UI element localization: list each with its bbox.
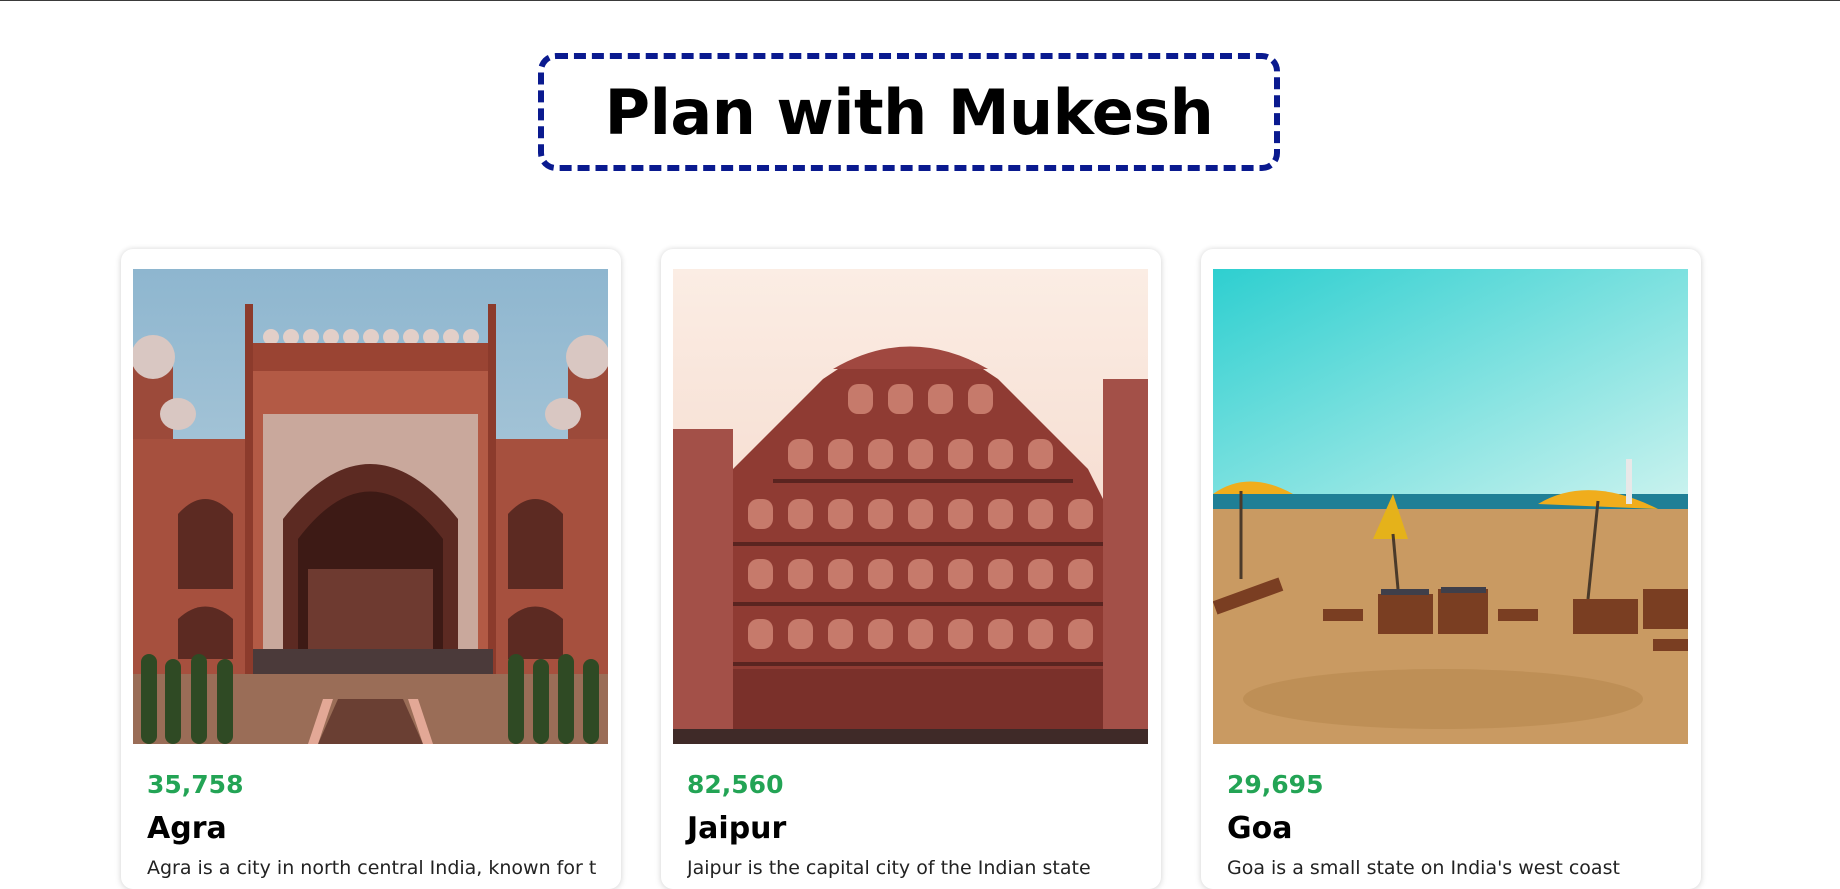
destination-description: Jaipur is the capital city of the Indian… [687, 857, 1091, 879]
destination-name: Agra [147, 811, 227, 846]
destination-description: Agra is a city in north central India, k… [147, 857, 597, 879]
goa-beach-image [1213, 269, 1688, 744]
visitor-count: 29,695 [1227, 770, 1324, 799]
page-title: Plan with Mukesh [604, 75, 1214, 149]
destination-name: Jaipur [687, 811, 787, 846]
visitor-count: 82,560 [687, 770, 784, 799]
page-title-box: Plan with Mukesh [538, 53, 1280, 171]
visitor-count: 35,758 [147, 770, 244, 799]
tour-card-agra[interactable]: 35,758 Agra Agra is a city in north cent… [121, 249, 621, 889]
hawa-mahal-image [673, 269, 1148, 744]
agra-gate-image [133, 269, 608, 744]
tour-card-jaipur[interactable]: 82,560 Jaipur Jaipur is the capital city… [661, 249, 1161, 889]
tour-card-goa[interactable]: 29,695 Goa Goa is a small state on India… [1201, 249, 1701, 889]
destination-name: Goa [1227, 811, 1293, 846]
destination-description: Goa is a small state on India's west coa… [1227, 857, 1620, 879]
top-border-line [0, 0, 1840, 1]
